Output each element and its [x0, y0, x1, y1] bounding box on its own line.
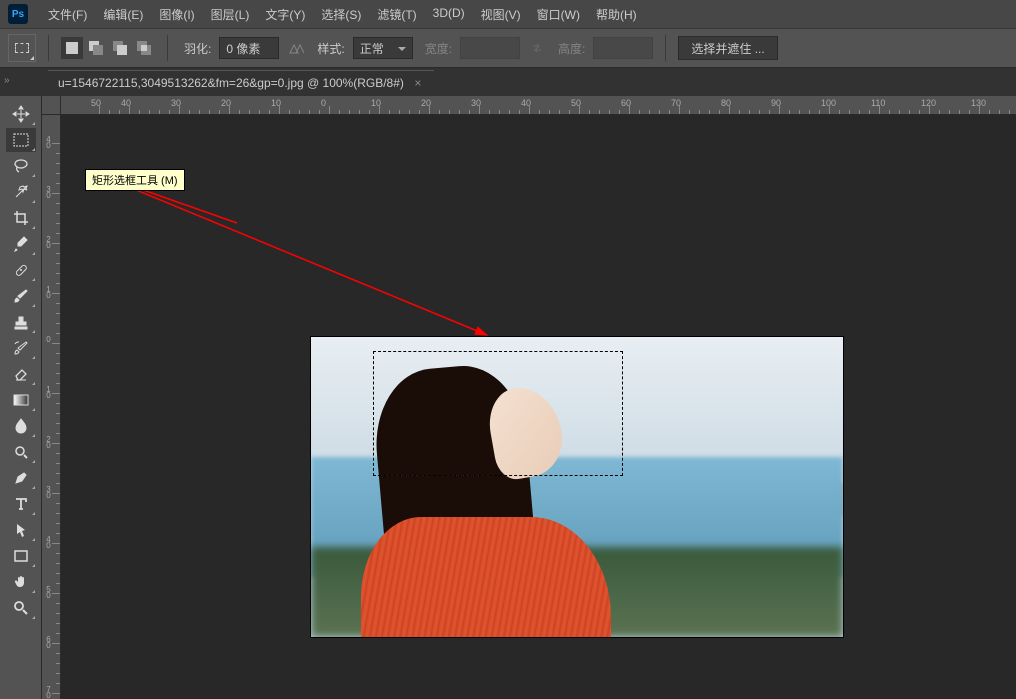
selection-add-button[interactable] [85, 37, 107, 59]
height-label: 高度: [558, 40, 585, 57]
expand-panels-icon[interactable] [4, 72, 16, 84]
move-tool[interactable] [6, 102, 36, 126]
eraser-tool[interactable] [6, 362, 36, 386]
ruler-origin[interactable] [42, 96, 61, 115]
style-label: 样式: [317, 40, 344, 57]
path-select-tool[interactable] [6, 518, 36, 542]
stamp-tool[interactable] [6, 310, 36, 334]
lasso-tool[interactable] [6, 154, 36, 178]
menu-item[interactable]: 滤镜(T) [369, 2, 424, 27]
height-input [593, 37, 653, 59]
marquee-selection[interactable] [373, 351, 623, 476]
healing-tool[interactable] [6, 258, 36, 282]
eyedropper-tool[interactable] [6, 232, 36, 256]
type-tool[interactable] [6, 492, 36, 516]
canvas[interactable]: 矩形选框工具 (M) [61, 115, 1016, 699]
divider [48, 35, 49, 61]
menu-item[interactable]: 窗口(W) [529, 2, 588, 27]
marquee-tool[interactable] [6, 128, 36, 152]
menu-item[interactable]: 帮助(H) [588, 2, 645, 27]
crop-tool[interactable] [6, 206, 36, 230]
selection-subtract-button[interactable] [109, 37, 131, 59]
app-logo-icon: Ps [8, 4, 28, 24]
select-and-mask-button[interactable]: 选择并遮住 ... [678, 36, 777, 60]
width-label: 宽度: [425, 40, 452, 57]
blur-tool[interactable] [6, 414, 36, 438]
zoom-tool[interactable] [6, 596, 36, 620]
selection-new-button[interactable] [61, 37, 83, 59]
feather-label: 羽化: [184, 40, 211, 57]
swap-icon [528, 39, 546, 57]
options-bar: 羽化: 样式: 正常 宽度: 高度: 选择并遮住 ... [0, 28, 1016, 68]
current-tool-indicator[interactable] [8, 34, 36, 62]
menu-item[interactable]: 文件(F) [40, 2, 95, 27]
tool-tooltip: 矩形选框工具 (M) [85, 169, 185, 191]
selection-intersect-button[interactable] [133, 37, 155, 59]
menu-bar: Ps 文件(F)编辑(E)图像(I)图层(L)文字(Y)选择(S)滤镜(T)3D… [0, 0, 1016, 28]
width-input [460, 37, 520, 59]
divider [665, 35, 666, 61]
style-select[interactable]: 正常 [353, 37, 413, 59]
vertical-ruler[interactable]: 40302010010203040506070 [42, 115, 61, 699]
horizontal-ruler[interactable]: 5040302010010203040506070809010011012013… [61, 96, 1016, 115]
hand-tool[interactable] [6, 570, 36, 594]
document-tabs: u=1546722115,3049513262&fm=26&gp=0.jpg @… [0, 68, 1016, 96]
menu-item[interactable]: 视图(V) [473, 2, 529, 27]
gradient-tool[interactable] [6, 388, 36, 412]
document-image[interactable] [311, 337, 843, 637]
antialias-icon [287, 39, 305, 57]
brush-tool[interactable] [6, 284, 36, 308]
close-tab-button[interactable]: × [412, 77, 424, 89]
divider [167, 35, 168, 61]
pen-tool[interactable] [6, 466, 36, 490]
history-brush-tool[interactable] [6, 336, 36, 360]
menu-item[interactable]: 图像(I) [151, 2, 202, 27]
rectangle-tool[interactable] [6, 544, 36, 568]
menu-item[interactable]: 图层(L) [203, 2, 258, 27]
document-tab-label: u=1546722115,3049513262&fm=26&gp=0.jpg @… [58, 76, 404, 90]
marquee-icon [15, 43, 29, 53]
canvas-area: 5040302010010203040506070809010011012013… [42, 96, 1016, 699]
menu-item[interactable]: 编辑(E) [95, 2, 151, 27]
quick-select-tool[interactable] [6, 180, 36, 204]
selection-mode-group [61, 37, 155, 59]
menu-item[interactable]: 选择(S) [313, 2, 369, 27]
dodge-tool[interactable] [6, 440, 36, 464]
document-tab[interactable]: u=1546722115,3049513262&fm=26&gp=0.jpg @… [48, 70, 434, 95]
menu-item[interactable]: 文字(Y) [257, 2, 313, 27]
feather-input[interactable] [219, 37, 279, 59]
toolbox [0, 96, 42, 699]
menu-item[interactable]: 3D(D) [425, 2, 473, 27]
